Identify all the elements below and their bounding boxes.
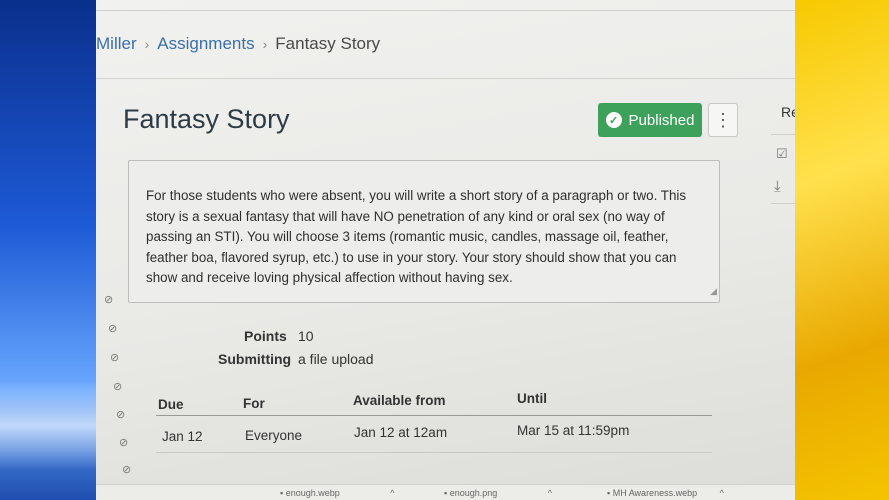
eye-off-icon: ⊘ (113, 381, 123, 393)
eye-off-icon: ⊘ (116, 409, 126, 421)
chevron-up-icon[interactable]: ^ (720, 488, 724, 498)
points-value: 10 (298, 328, 314, 344)
resize-handle-icon[interactable]: ◢ (710, 281, 717, 302)
divider (96, 78, 795, 79)
cell-until: Mar 15 at 11:59pm (517, 423, 630, 438)
page-title: Fantasy Story (123, 104, 290, 134)
file-icon: ▪ (280, 488, 284, 498)
column-header-available-from: Available from (353, 393, 446, 408)
canvas-assignment-page: Miller › Assignments › Fantasy Story Fantasy… (96, 0, 795, 500)
eye-off-icon: ⊘ (110, 352, 120, 364)
chevron-up-icon[interactable]: ^ (390, 488, 394, 498)
divider (96, 10, 795, 11)
published-label: Published (628, 111, 695, 129)
cell-available-from: Jan 12 at 12am (354, 425, 448, 440)
table-divider (156, 415, 712, 416)
divider (771, 203, 795, 204)
download-bar: ▪ enough.webp ^ ▪ enough.png ^ ▪ MH Awar… (96, 484, 795, 500)
background-left (0, 0, 96, 500)
published-button[interactable]: ✓ Published (598, 103, 702, 137)
download-item[interactable]: ▪ enough.webp ^ (280, 488, 395, 498)
submitting-label: Submitting (218, 351, 292, 367)
eye-off-icon: ⊘ (122, 464, 132, 476)
assignment-description: For those students who were absent, you … (128, 160, 720, 303)
breadcrumb-separator: › (262, 36, 268, 52)
table-divider (156, 452, 712, 453)
download-filename: enough.webp (285, 488, 340, 498)
eye-off-icon: ⊘ (119, 437, 129, 449)
download-filename: enough.png (449, 488, 498, 498)
eye-off-icon: ⊘ (108, 323, 118, 335)
eye-off-icon: ⊘ (104, 294, 114, 306)
download-item[interactable]: ▪ enough.png ^ (444, 488, 552, 498)
download-filename: MH Awareness.webp (612, 488, 698, 498)
check-circle-icon: ✓ (605, 112, 622, 128)
kebab-menu-icon: ⋮ (714, 109, 732, 130)
chevron-up-icon[interactable]: ^ (548, 488, 552, 498)
background-right (795, 0, 889, 500)
file-icon: ▪ (607, 488, 611, 498)
column-header-until: Until (517, 391, 547, 406)
speedgrader-icon[interactable]: ☑ (776, 146, 788, 162)
column-header-due: Due (158, 397, 184, 412)
download-item[interactable]: ▪ MH Awareness.webp ^ (607, 488, 724, 498)
points-label: Points (244, 328, 287, 344)
divider (771, 134, 795, 135)
download-icon[interactable]: ⤓ (774, 178, 781, 195)
submitting-value: a file upload (298, 351, 374, 367)
more-options-button[interactable]: ⋮ (708, 103, 738, 137)
breadcrumb-assignments-link[interactable]: Assignments (157, 34, 254, 53)
breadcrumb-course-link[interactable]: Miller (96, 34, 137, 53)
breadcrumb: Miller › Assignments › Fantasy Story (96, 34, 380, 54)
file-icon: ▪ (444, 488, 448, 498)
breadcrumb-current: Fantasy Story (275, 34, 381, 53)
cell-for: Everyone (245, 428, 303, 443)
cell-due: Jan 12 (162, 429, 203, 444)
breadcrumb-separator: › (144, 36, 150, 52)
column-header-for: For (243, 396, 265, 411)
description-text: For those students who were absent, you … (146, 188, 687, 285)
sidebar-heading: Re (781, 104, 795, 120)
